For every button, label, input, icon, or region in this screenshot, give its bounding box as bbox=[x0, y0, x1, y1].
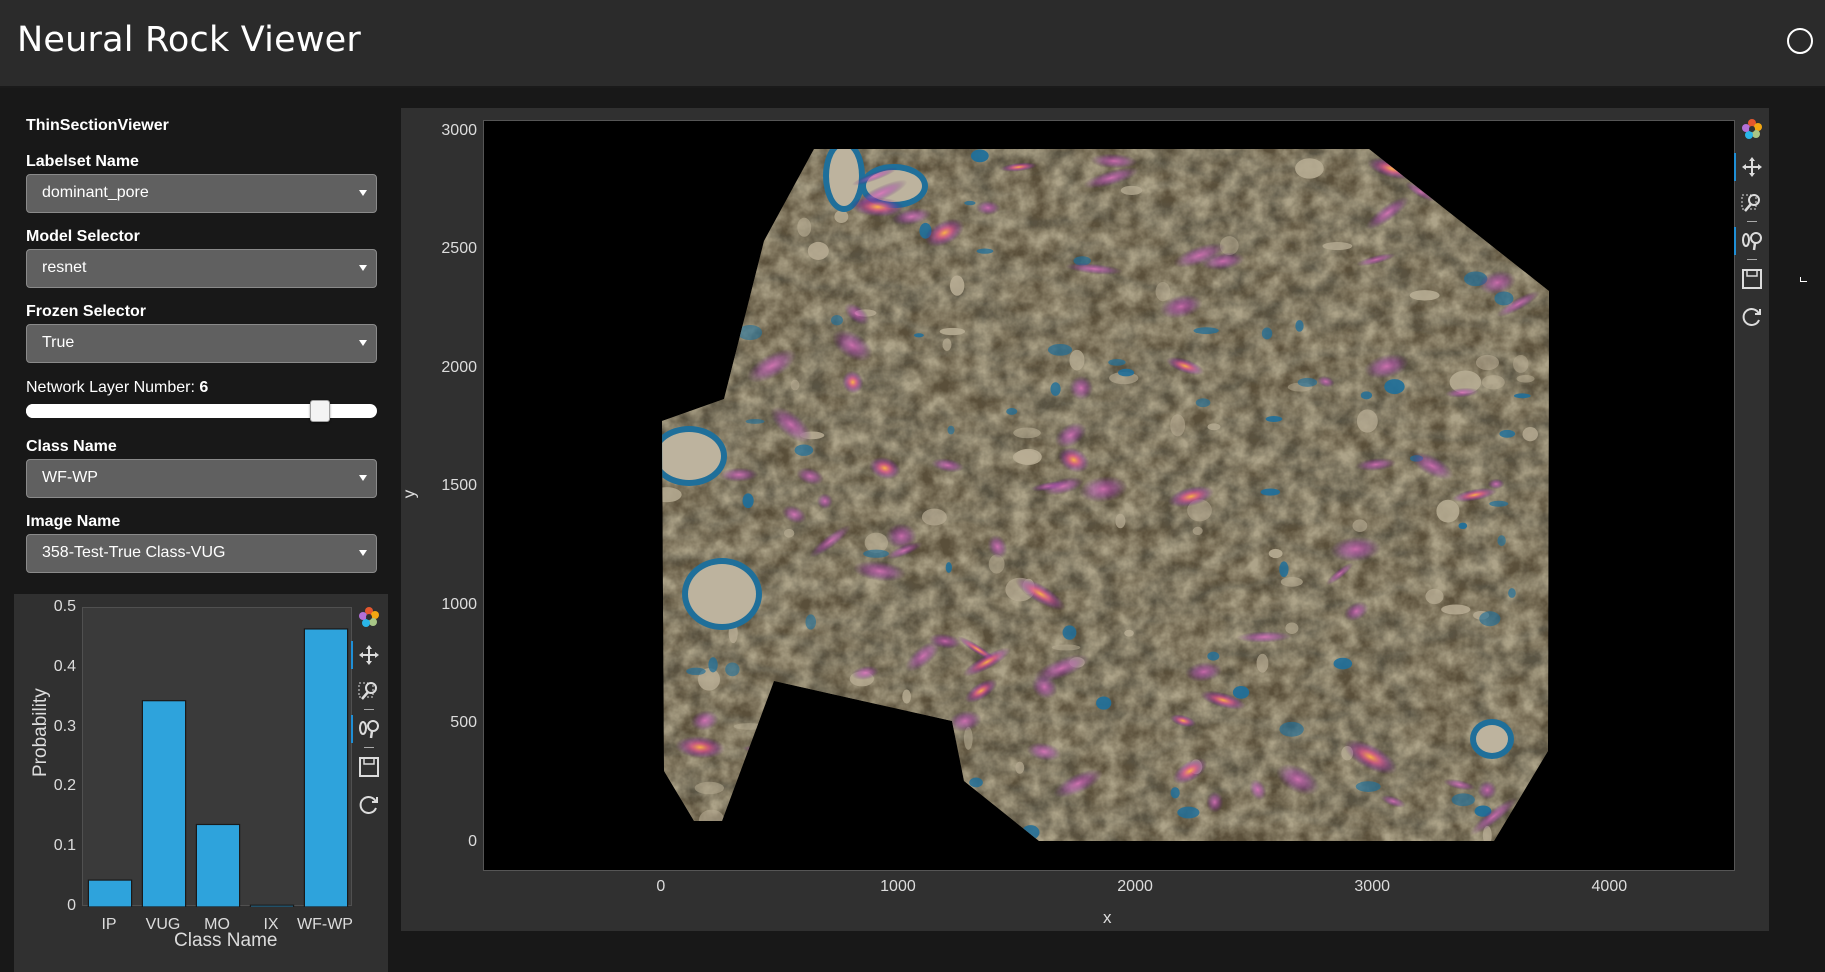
save-icon[interactable] bbox=[354, 752, 384, 782]
labelset-value: dominant_pore bbox=[42, 184, 149, 201]
model-select[interactable]: resnet bbox=[26, 249, 377, 288]
class-name-label: Class Name bbox=[26, 438, 117, 455]
thin-section-panel: 0 500 1000 1500 2000 2500 3000 0 1000 2000 3000 40… bbox=[399, 108, 1769, 931]
bar-wf-wp bbox=[303, 628, 349, 908]
bar-y-tick: 0.5 bbox=[53, 598, 76, 615]
main-x-tick: 2000 bbox=[1117, 878, 1153, 895]
wheel-zoom-icon[interactable] bbox=[351, 714, 384, 744]
frozen-select[interactable]: True bbox=[26, 324, 377, 363]
main-x-tick: 4000 bbox=[1591, 878, 1628, 895]
bar-x-tick: WF-WP bbox=[297, 916, 353, 933]
rock-sample bbox=[662, 149, 1549, 841]
main-y-tick: 1500 bbox=[441, 477, 477, 495]
chevron-down-icon bbox=[359, 190, 367, 196]
busy-indicator-icon bbox=[1787, 28, 1813, 54]
main-y-tick: 0 bbox=[468, 832, 477, 850]
sidebar: ThinSectionViewer Labelset Name dominant… bbox=[0, 90, 392, 972]
bar-ix bbox=[249, 904, 295, 908]
thin-section-image bbox=[662, 149, 1549, 841]
bar-plot-area[interactable] bbox=[82, 607, 352, 908]
app-header: Neural Rock Viewer bbox=[0, 0, 1825, 88]
bar-vug bbox=[141, 700, 187, 908]
widget-title: ThinSectionViewer bbox=[26, 117, 169, 134]
bar-y-axis-title: Probability bbox=[30, 688, 51, 777]
toolbar-divider bbox=[1747, 221, 1757, 222]
main-x-tick: 1000 bbox=[880, 878, 916, 895]
main-plot-toolbar bbox=[1734, 114, 1767, 326]
bar-y-tick: 0.4 bbox=[53, 657, 76, 675]
layer-slider-handle[interactable] bbox=[309, 400, 330, 422]
frozen-value: True bbox=[42, 334, 75, 351]
chevron-down-icon bbox=[359, 550, 367, 556]
bar-x-tick: MO bbox=[204, 916, 230, 933]
pan-icon[interactable] bbox=[351, 640, 384, 670]
image-name-value: 358-Test-True Class-VUG bbox=[42, 544, 226, 561]
main-x-axis-title: x bbox=[1103, 908, 1112, 927]
probability-bar-chart: Probability Class Name 0 0.1 0.2 0.3 0.4 0.5 … bbox=[14, 594, 388, 972]
model-value: resnet bbox=[42, 259, 87, 276]
frozen-label: Frozen Selector bbox=[26, 303, 147, 320]
layer-slider-label: Network Layer Number: 6 bbox=[26, 379, 208, 397]
save-icon[interactable] bbox=[1737, 264, 1767, 294]
box-zoom-icon[interactable] bbox=[1737, 188, 1767, 218]
app-title: Neural Rock Viewer bbox=[17, 20, 361, 60]
layer-slider-track[interactable] bbox=[26, 400, 377, 422]
toolbar-divider bbox=[364, 747, 374, 748]
bokeh-logo-icon[interactable] bbox=[1737, 114, 1767, 144]
main-x-tick: 3000 bbox=[1354, 878, 1390, 895]
bar-y-tick: 0 bbox=[67, 897, 76, 914]
box-zoom-icon[interactable] bbox=[354, 676, 384, 706]
bokeh-logo-icon[interactable] bbox=[354, 602, 384, 632]
bar-x-tick: VUG bbox=[145, 916, 181, 933]
reset-icon[interactable] bbox=[1737, 302, 1767, 332]
main-y-tick: 1000 bbox=[441, 595, 477, 613]
image-name-label: Image Name bbox=[26, 513, 121, 530]
layer-value: 6 bbox=[199, 379, 209, 396]
main-y-axis-title: y bbox=[399, 489, 419, 499]
layer-label-text: Network Layer Number: bbox=[26, 379, 195, 396]
main-y-tick: 2000 bbox=[441, 358, 477, 376]
toolbar-divider bbox=[364, 709, 374, 710]
wheel-zoom-icon[interactable] bbox=[1734, 226, 1767, 256]
thin-section-plot[interactable] bbox=[483, 120, 1735, 871]
main-y-tick: 3000 bbox=[441, 121, 477, 139]
toolbar-divider bbox=[1747, 259, 1757, 260]
pan-icon[interactable] bbox=[1734, 152, 1767, 182]
labelset-select[interactable]: dominant_pore bbox=[26, 174, 377, 213]
reset-icon[interactable] bbox=[354, 790, 384, 820]
chevron-down-icon bbox=[359, 340, 367, 346]
chevron-down-icon bbox=[359, 265, 367, 271]
layer-slider-fill bbox=[26, 404, 320, 418]
bar-ip bbox=[87, 879, 133, 908]
chevron-down-icon bbox=[359, 475, 367, 481]
image-name-select[interactable]: 358-Test-True Class-VUG bbox=[26, 534, 377, 573]
resize-corner-icon[interactable] bbox=[1800, 277, 1807, 282]
bar-y-tick: 0.2 bbox=[53, 777, 76, 795]
bar-y-tick: 0.3 bbox=[53, 717, 76, 735]
bar-y-tick: 0.1 bbox=[53, 837, 76, 855]
labelset-label: Labelset Name bbox=[26, 153, 139, 170]
bar-chart-svg bbox=[87, 628, 349, 908]
class-name-select[interactable]: WF-WP bbox=[26, 459, 377, 498]
main-y-tick: 500 bbox=[450, 714, 477, 732]
class-name-value: WF-WP bbox=[42, 469, 98, 486]
bar-x-tick: IP bbox=[101, 916, 117, 933]
main-y-tick: 2500 bbox=[441, 240, 477, 258]
bar-chart-toolbar bbox=[351, 602, 384, 814]
model-label: Model Selector bbox=[26, 228, 140, 245]
bar-mo bbox=[195, 823, 241, 908]
bar-x-tick: IX bbox=[263, 916, 279, 933]
main-x-tick: 0 bbox=[656, 878, 666, 895]
